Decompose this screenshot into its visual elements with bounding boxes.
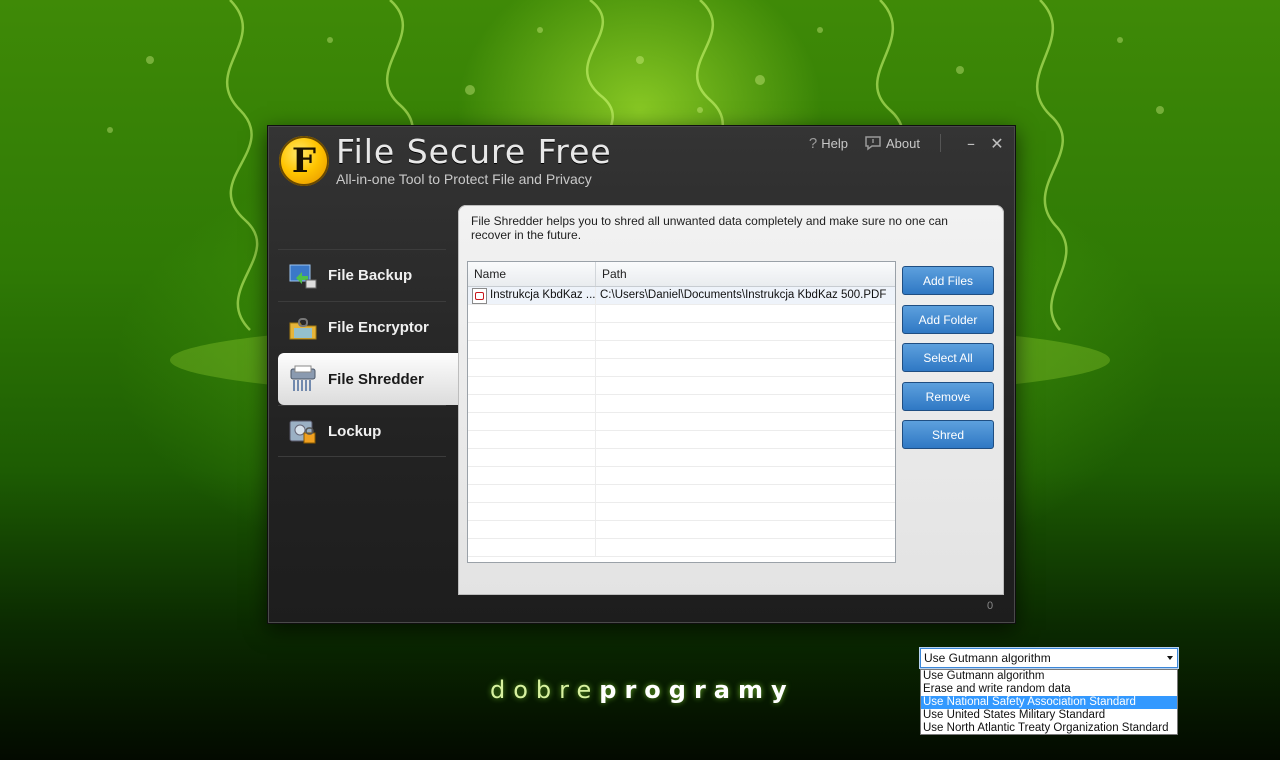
empty-row [468,413,895,431]
encryptor-folder-lock-icon [289,318,317,340]
algorithm-option[interactable]: Use North Atlantic Treaty Organization S… [921,722,1177,735]
sidebar-item-file-encryptor[interactable]: File Encryptor [278,301,446,353]
sidebar-item-file-shredder[interactable]: File Shredder [278,353,458,405]
empty-row [468,467,895,485]
column-header-path[interactable]: Path [596,262,895,286]
sidebar-item-label: Lockup [328,422,382,440]
shredder-panel: File Shredder helps you to shred all unw… [458,205,1179,735]
about-link[interactable]: About [864,135,920,151]
watermark-light: dobre [490,676,600,704]
help-label: Help [821,135,849,151]
file-name-cell: Instrukcja KbdKaz ... [468,287,596,304]
empty-row [468,503,895,521]
add-folder-button[interactable]: Add Folder [902,304,994,334]
sidebar-item-label: File Encryptor [328,319,429,336]
main-window: F File Secure Free All-in-one Tool to Pr… [267,125,1179,735]
sidebar-item-label: File Backup [328,267,413,284]
empty-row [468,359,895,377]
backup-icon [289,264,317,289]
file-name: Instrukcja KbdKaz ... [490,289,596,301]
empty-row [468,323,895,341]
file-list-header: Name Path [468,262,895,287]
empty-row [468,305,895,323]
algorithm-select[interactable]: Use Gutmann algorithm [919,647,1179,669]
empty-row [468,341,895,359]
algorithm-option[interactable]: Use United States Military Standard [921,709,1177,722]
empty-row [468,539,895,557]
empty-row [468,449,895,467]
help-link[interactable]: ? Help [809,135,848,152]
watermark-bold: programy [599,676,795,704]
file-list[interactable]: Name Path Instrukcja KbdKaz ... C:\Users… [467,261,896,563]
select-all-button[interactable]: Select All [902,343,994,372]
algorithm-dropdown-list: Use Gutmann algorithm Erase and write ra… [920,669,1178,735]
app-subtitle: All-in-one Tool to Protect File and Priv… [336,171,592,187]
sidebar-nav: File Backup File Encryptor File Shredder… [278,249,458,457]
chevron-down-icon[interactable] [1167,656,1173,660]
minimize-button[interactable]: – [963,134,979,153]
about-label: About [886,135,920,151]
divider [940,134,941,152]
file-path-cell: C:\Users\Daniel\Documents\Instrukcja Kbd… [600,289,887,301]
empty-row [468,377,895,395]
remove-button[interactable]: Remove [902,381,994,411]
title-bar-controls: ? Help About – ✕ [809,133,1005,153]
version-label: 0 [987,600,994,612]
action-buttons: Add Files Add Folder Select All Remove S… [902,266,994,459]
sidebar-item-label: File Shredder [328,370,424,388]
panel-description: File Shredder helps you to shred all unw… [471,214,948,242]
algorithm-option-highlighted[interactable]: Use National Safety Association Standard [921,696,1177,709]
empty-row [468,485,895,503]
column-header-name[interactable]: Name [468,262,596,286]
add-files-button[interactable]: Add Files [902,266,994,295]
algorithm-option[interactable]: Erase and write random data [921,683,1177,696]
shredder-icon [290,365,316,391]
empty-row [468,395,895,413]
algorithm-option[interactable]: Use Gutmann algorithm [921,670,1177,683]
app-title: File Secure Free [336,132,612,171]
empty-row [468,521,895,539]
watermark: dobreprogramy [490,676,800,704]
app-logo: F [279,136,329,186]
algorithm-selected-value: Use Gutmann algorithm [924,651,1051,665]
sidebar-item-file-backup[interactable]: File Backup [278,249,446,301]
empty-row [468,431,895,449]
sidebar-item-lockup[interactable]: Lockup [278,405,446,457]
table-row[interactable]: Instrukcja KbdKaz ... C:\Users\Daniel\Do… [468,287,895,305]
speech-bubble-icon [865,136,881,151]
close-button[interactable]: ✕ [989,134,1005,153]
lockup-icon [289,420,316,444]
shred-button[interactable]: Shred [902,420,994,449]
pdf-file-icon [472,287,487,304]
question-icon: ? [808,134,818,152]
